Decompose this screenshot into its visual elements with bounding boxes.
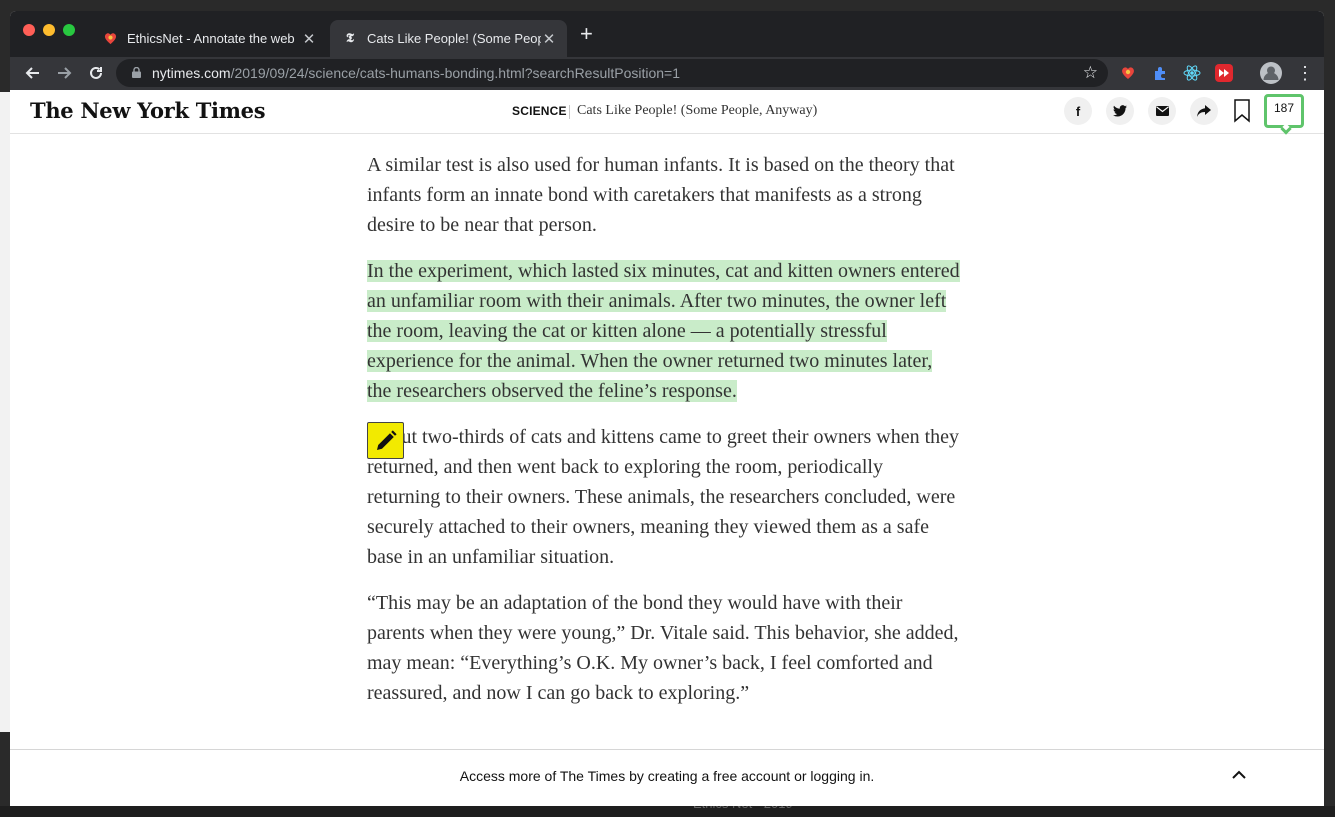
highlighted-paragraph[interactable]: In the experiment, which lasted six minu…	[367, 256, 967, 406]
react-devtools-icon[interactable]	[1183, 64, 1201, 82]
bookmark-star-icon[interactable]: ☆	[1083, 63, 1098, 83]
registration-banner: Access more of The Times by creating a f…	[10, 749, 1324, 806]
header-divider	[569, 105, 570, 119]
pencil-icon	[376, 429, 397, 450]
facebook-icon[interactable]: f	[1064, 97, 1092, 125]
browser-toolbar: nytimes.com/2019/09/24/science/cats-huma…	[10, 57, 1324, 90]
browser-window: EthicsNet - Annotate the web ✕ 𝕿 Cats Li…	[10, 11, 1324, 806]
url-text: nytimes.com/2019/09/24/science/cats-huma…	[152, 65, 681, 81]
lock-icon	[132, 67, 141, 78]
media-extension-icon[interactable]	[1215, 64, 1233, 82]
bookmark-icon[interactable]	[1234, 99, 1250, 123]
close-tab-icon[interactable]: ✕	[301, 30, 317, 48]
header-headline: Cats Like People! (Some People, Anyway)	[577, 103, 818, 118]
speech-bubble-tail	[1280, 123, 1292, 135]
section-label[interactable]: SCIENCE	[512, 104, 567, 118]
ethicsnet-extension-icon[interactable]	[1119, 64, 1137, 82]
puzzle-extension-icon[interactable]	[1151, 64, 1169, 82]
forward-arrow-icon[interactable]	[53, 62, 75, 84]
comments-button[interactable]: 187	[1264, 94, 1304, 135]
address-bar[interactable]: nytimes.com/2019/09/24/science/cats-huma…	[116, 59, 1108, 87]
nyt-t-icon: 𝕿	[346, 31, 354, 46]
new-tab-button[interactable]: +	[580, 23, 593, 45]
back-arrow-icon[interactable]	[22, 62, 44, 84]
nyt-logo[interactable]: The New York Times	[30, 98, 266, 123]
tab-title: EthicsNet - Annotate the web	[127, 31, 295, 46]
registration-prompt[interactable]: Access more of The Times by creating a f…	[10, 768, 1324, 784]
email-icon[interactable]	[1148, 97, 1176, 125]
minimize-window-button[interactable]	[43, 24, 55, 36]
maximize-window-button[interactable]	[63, 24, 75, 36]
background-window-strip	[0, 92, 10, 732]
close-tab-icon[interactable]: ✕	[541, 30, 557, 48]
share-icon[interactable]	[1190, 97, 1218, 125]
article-paragraph: “This may be an adaptation of the bond t…	[367, 592, 959, 704]
desktop-footer	[0, 806, 1335, 817]
tab-title: Cats Like People! (Some People	[367, 31, 541, 46]
article-paragraph: About two-thirds of cats and kittens cam…	[367, 426, 960, 568]
reload-icon[interactable]	[85, 62, 107, 84]
twitter-icon[interactable]	[1106, 97, 1134, 125]
annotate-pencil-button[interactable]	[367, 422, 404, 459]
close-window-button[interactable]	[23, 24, 35, 36]
article-paragraph: A similar test is also used for human in…	[367, 154, 955, 236]
highlighted-text: In the experiment, which lasted six minu…	[367, 260, 960, 402]
tab-ethicsnet[interactable]: EthicsNet - Annotate the web ✕	[90, 20, 327, 57]
comment-count: 187	[1273, 101, 1295, 115]
chevron-up-icon[interactable]	[1231, 767, 1247, 783]
profile-avatar[interactable]	[1260, 62, 1282, 84]
nyt-sticky-header: The New York Times SCIENCE Cats Like Peo…	[10, 90, 1324, 135]
article-body: A similar test is also used for human in…	[367, 134, 967, 723]
tab-strip: EthicsNet - Annotate the web ✕ 𝕿 Cats Li…	[10, 11, 1324, 57]
web-page: The New York Times SCIENCE Cats Like Peo…	[10, 90, 1324, 806]
browser-menu-icon[interactable]: ⋮	[1296, 62, 1314, 84]
tab-nytimes-article[interactable]: 𝕿 Cats Like People! (Some People ✕	[330, 20, 567, 57]
heart-shield-icon	[102, 31, 118, 47]
